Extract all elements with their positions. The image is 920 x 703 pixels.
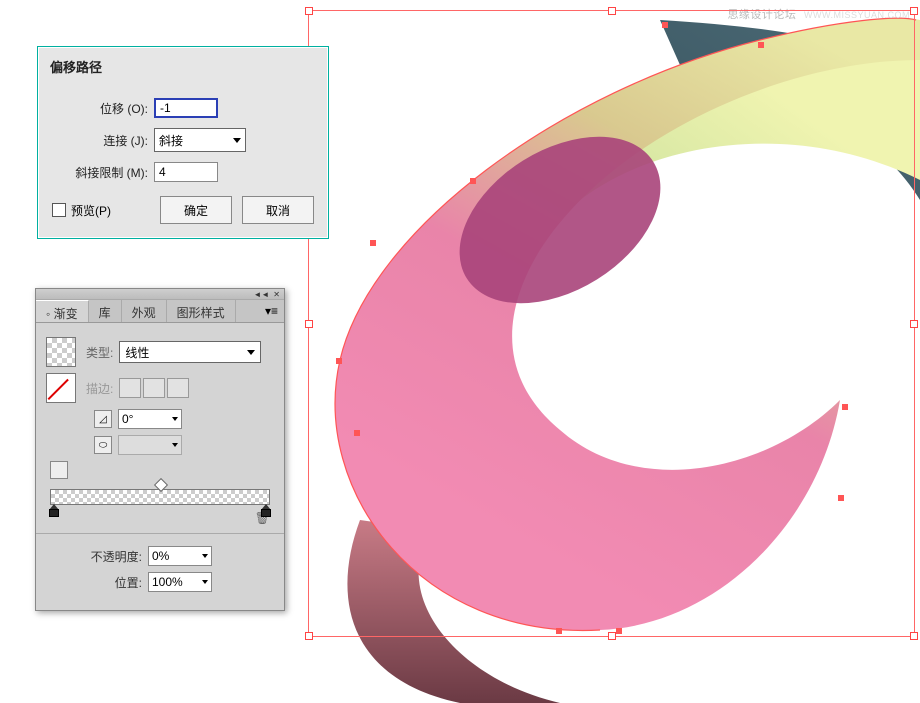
gradient-panel: ◄◄ ✕ ◦ 渐变 库 外观 图形样式 ▾≡ 类型: 线性 描边: ◿ xyxy=(35,288,285,611)
reverse-gradient-icon[interactable] xyxy=(50,461,68,479)
gradient-slider[interactable] xyxy=(50,489,270,505)
checkbox-icon xyxy=(52,203,66,217)
aspect-icon: ⬭ xyxy=(94,436,112,454)
watermark-url: WWW.MISSYUAN.COM xyxy=(804,10,910,20)
type-label: 类型: xyxy=(86,344,113,361)
opacity-value: 0% xyxy=(152,549,169,563)
angle-icon: ◿ xyxy=(94,410,112,428)
watermark-text: 思缘设计论坛 xyxy=(727,9,796,21)
gradient-midpoint[interactable] xyxy=(154,478,168,492)
ok-button[interactable]: 确定 xyxy=(160,196,232,224)
join-select[interactable]: 斜接 xyxy=(154,128,246,152)
tab-graphic-styles[interactable]: 图形样式 xyxy=(167,300,236,322)
opacity-input[interactable]: 0% xyxy=(148,546,212,566)
angle-value: 0° xyxy=(122,412,133,426)
stroke-option-3[interactable] xyxy=(167,378,189,398)
gradient-type-value: 线性 xyxy=(125,344,149,361)
stroke-label: 描边: xyxy=(86,380,113,397)
offset-label: 位移 (O): xyxy=(52,100,148,117)
miter-limit-input[interactable] xyxy=(154,162,218,182)
chevron-down-icon xyxy=(202,580,208,584)
chevron-down-icon xyxy=(202,554,208,558)
preview-label: 预览(P) xyxy=(71,202,111,219)
preview-checkbox[interactable]: 预览(P) xyxy=(52,202,111,219)
gradient-type-select[interactable]: 线性 xyxy=(119,341,261,363)
gradient-stop-left[interactable] xyxy=(49,504,59,516)
aspect-input xyxy=(118,435,182,455)
cancel-button[interactable]: 取消 xyxy=(242,196,314,224)
dialog-title: 偏移路径 xyxy=(38,47,328,82)
fill-stroke-swatch[interactable] xyxy=(46,373,76,403)
join-value: 斜接 xyxy=(159,132,183,149)
gradient-preview-swatch[interactable] xyxy=(46,337,76,367)
join-label: 连接 (J): xyxy=(52,132,148,149)
panel-titlebar[interactable]: ◄◄ ✕ xyxy=(36,289,284,300)
stroke-option-2[interactable] xyxy=(143,378,165,398)
tab-appearance[interactable]: 外观 xyxy=(122,300,167,322)
offset-path-dialog: 偏移路径 位移 (O): 连接 (J): 斜接 斜接限制 (M): 预览(P) … xyxy=(37,46,329,239)
chevron-down-icon xyxy=(233,138,241,143)
miter-limit-label: 斜接限制 (M): xyxy=(52,164,148,181)
stroke-option-1[interactable] xyxy=(119,378,141,398)
location-input[interactable]: 100% xyxy=(148,572,212,592)
offset-input[interactable] xyxy=(154,98,218,118)
chevron-down-icon xyxy=(172,443,178,447)
tab-library[interactable]: 库 xyxy=(89,300,122,322)
collapse-icon[interactable]: ◄◄ xyxy=(253,290,269,299)
chevron-down-icon xyxy=(247,350,255,355)
tab-gradient[interactable]: ◦ 渐变 xyxy=(36,300,89,322)
location-value: 100% xyxy=(152,575,183,589)
opacity-label: 不透明度: xyxy=(46,548,142,565)
panel-tabs: ◦ 渐变 库 外观 图形样式 ▾≡ xyxy=(36,300,284,323)
angle-input[interactable]: 0° xyxy=(118,409,182,429)
gradient-stop-right[interactable] xyxy=(261,504,271,516)
chevron-down-icon xyxy=(172,417,178,421)
close-icon[interactable]: ✕ xyxy=(273,290,280,299)
panel-menu-icon[interactable]: ▾≡ xyxy=(259,300,284,322)
location-label: 位置: xyxy=(46,574,142,591)
watermark: 思缘设计论坛 WWW.MISSYUAN.COM xyxy=(727,6,910,22)
